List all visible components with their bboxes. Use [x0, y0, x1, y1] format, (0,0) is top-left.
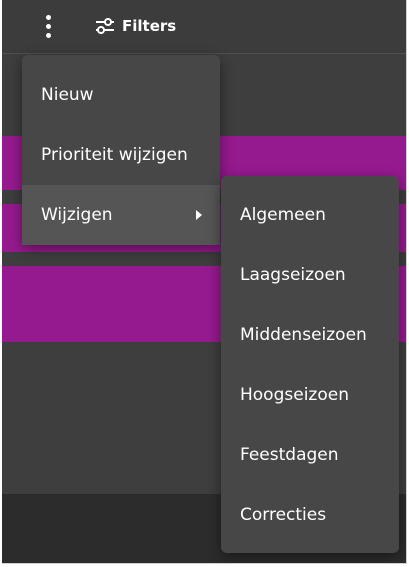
vertical-dots-icon-dot-3 [45, 32, 51, 38]
menu-item-nieuw[interactable]: Nieuw [22, 65, 220, 125]
menu-item-label: Wijzigen [41, 205, 113, 225]
submenu-item-algemeen[interactable]: Algemeen [221, 185, 399, 245]
submenu-item-label: Algemeen [240, 205, 326, 225]
submenu-item-laagseizoen[interactable]: Laagseizoen [221, 245, 399, 305]
submenu-item-label: Correcties [240, 505, 327, 525]
filters-label: Filters [122, 17, 177, 35]
submenu-item-label: Middenseizoen [240, 325, 367, 345]
submenu-item-label: Laagseizoen [240, 265, 346, 285]
sliders-icon [96, 18, 114, 34]
menu-item-label: Nieuw [41, 85, 94, 105]
submenu-item-label: Hoogseizoen [240, 385, 349, 405]
context-menu: Nieuw Prioriteit wijzigen Wijzigen [22, 55, 220, 245]
submenu: Algemeen Laagseizoen Middenseizoen Hoogs… [221, 176, 399, 553]
submenu-item-middenseizoen[interactable]: Middenseizoen [221, 305, 399, 365]
toolbar: Filters [2, 0, 406, 54]
menu-item-wijzigen[interactable]: Wijzigen [22, 185, 220, 245]
vertical-dots-icon-dot-2 [45, 23, 51, 29]
chevron-right-icon [196, 210, 202, 220]
app-frame: Filters Nieuw Prioriteit wijzigen Wijzig… [2, 0, 407, 564]
more-options-button[interactable] [38, 12, 58, 40]
submenu-item-correcties[interactable]: Correcties [221, 485, 399, 545]
vertical-dots-icon [45, 14, 51, 20]
submenu-item-hoogseizoen[interactable]: Hoogseizoen [221, 365, 399, 425]
menu-item-prioriteit-wijzigen[interactable]: Prioriteit wijzigen [22, 125, 220, 185]
submenu-item-label: Feestdagen [240, 445, 339, 465]
filters-button[interactable]: Filters [94, 12, 176, 40]
submenu-item-feestdagen[interactable]: Feestdagen [221, 425, 399, 485]
menu-item-label: Prioriteit wijzigen [41, 145, 188, 165]
